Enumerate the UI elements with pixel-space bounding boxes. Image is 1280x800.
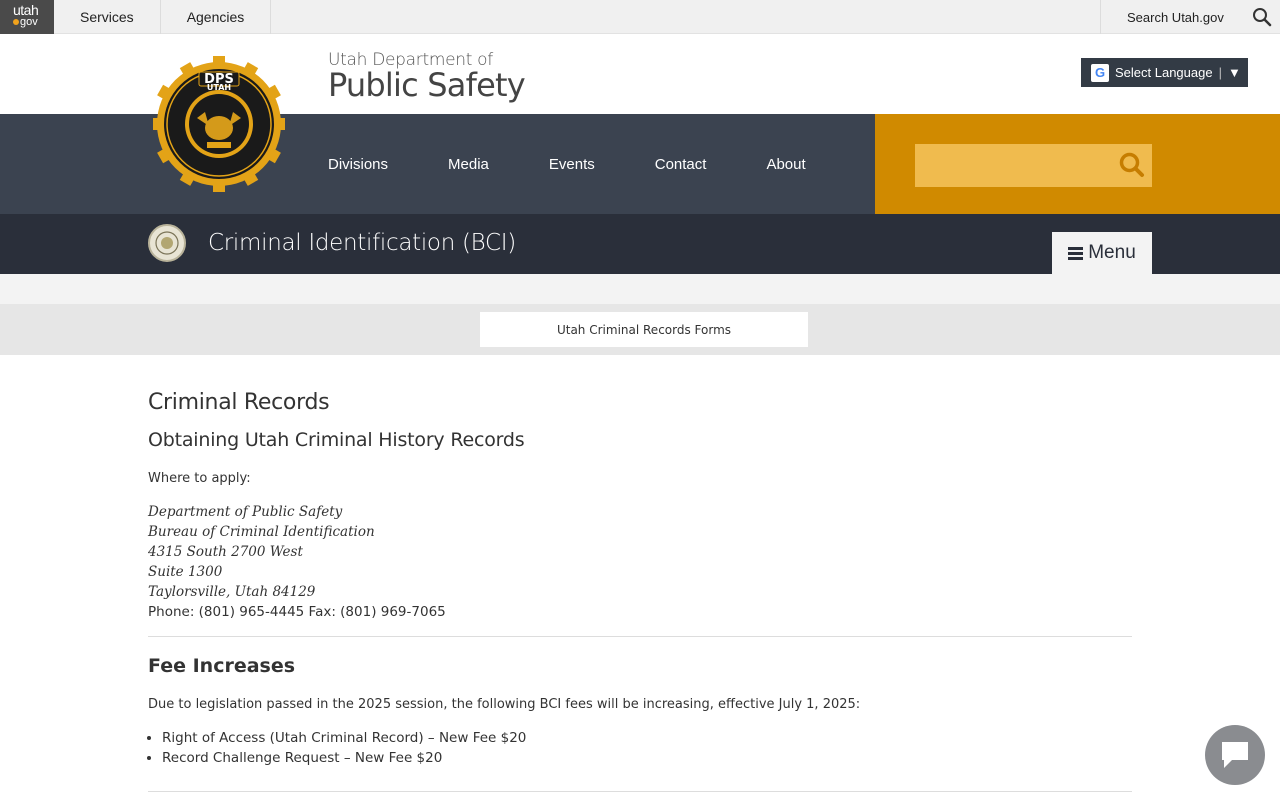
menu-label: Menu [1088,242,1136,263]
nav-about[interactable]: About [766,156,805,173]
dropdown-arrow-icon: ▼ [1227,65,1241,80]
utah-logo-text: utah [13,2,39,18]
divider [148,791,1132,792]
list-item: Record Challenge Request – New Fee $20 [162,748,1132,768]
site-search-icon[interactable] [1118,151,1146,184]
services-link[interactable]: Services [54,0,161,34]
bci-badge-icon [148,224,186,262]
agencies-link[interactable]: Agencies [161,0,272,34]
address-line: Taylorsville, Utah 84129 [148,584,316,600]
address-line: 4315 South 2700 West [148,544,303,560]
criminal-records-forms-button[interactable]: Utah Criminal Records Forms [480,312,808,347]
page-title: Criminal Records [148,390,330,415]
search-utah-gov[interactable]: Search Utah.gov [1100,0,1280,34]
spacer-band [0,274,1280,304]
where-to-apply-label: Where to apply: [148,471,251,486]
hamburger-icon [1068,245,1084,262]
select-language-button[interactable]: G Select Language | ▼ [1081,58,1248,87]
list-item: Right of Access (Utah Criminal Record) –… [162,728,1132,748]
search-utah-gov-label: Search Utah.gov [1127,9,1224,25]
fee-intro: Due to legislation passed in the 2025 se… [148,697,861,712]
nav-divisions[interactable]: Divisions [328,156,388,173]
google-icon: G [1091,63,1109,82]
select-language-label: Select Language [1115,65,1213,80]
seal-utah-text: UTAH [207,83,231,92]
fee-list: Right of Access (Utah Criminal Record) –… [162,728,1132,768]
address-line: Bureau of Criminal Identification [148,524,375,540]
language-separator: | [1218,65,1222,80]
nav-media[interactable]: Media [448,156,489,173]
menu-button[interactable]: Menu [1052,232,1152,274]
address-line: Department of Public Safety [148,504,343,520]
division-title[interactable]: Criminal Identification (BCI) [208,230,516,256]
phone-fax-line: Phone: (801) 965-4445 Fax: (801) 969-706… [148,604,446,620]
divider [148,636,1132,637]
address-block: Department of Public Safety Bureau of Cr… [148,502,1132,602]
page-subtitle: Obtaining Utah Criminal History Records [148,429,525,451]
chat-bubble-icon [1222,742,1248,768]
gov-logo-text: gov [20,16,38,28]
dps-seal-logo[interactable]: DPS UTAH [151,54,287,194]
search-icon[interactable] [1252,7,1272,30]
utah-logo-dot [13,19,19,25]
site-search-input[interactable] [915,144,1152,187]
utah-gov-logo[interactable]: utah gov [0,0,54,34]
department-title[interactable]: Public Safety [328,66,526,104]
chat-button[interactable] [1205,725,1265,785]
fee-heading: Fee Increases [148,655,296,677]
nav-events[interactable]: Events [549,156,595,173]
main-nav: Divisions Media Events Contact About [328,156,866,173]
utah-gov-bar: utah gov Services Agencies [0,0,1280,34]
nav-contact[interactable]: Contact [655,156,707,173]
main-content: Criminal Records Obtaining Utah Criminal… [148,390,1132,768]
address-line: Suite 1300 [148,564,223,580]
